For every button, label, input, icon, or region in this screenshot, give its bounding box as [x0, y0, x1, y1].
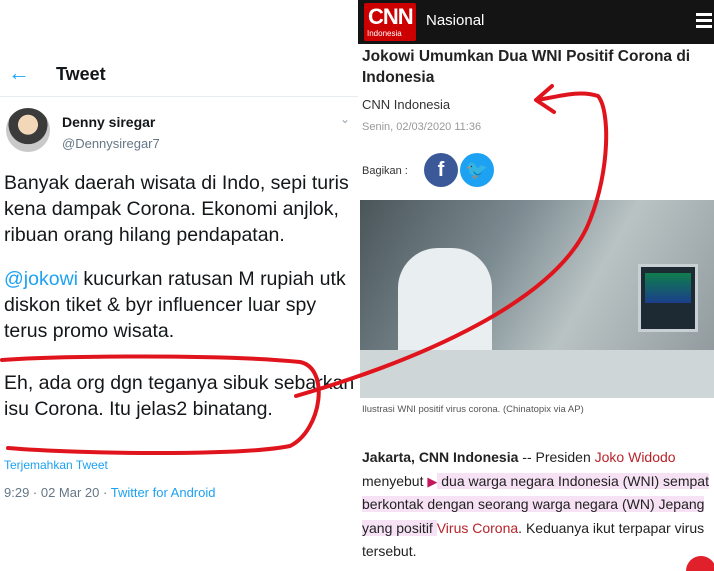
tweet-paragraph-2: @jokowi kucurkan ratusan M rupiah utk di…	[4, 266, 356, 344]
tweet-timestamp: 9:29 · 02 Mar 20 ·	[4, 485, 111, 500]
article-headline: Jokowi Umumkan Dua WNI Positif Corona di…	[362, 48, 691, 86]
share-label: Bagikan :	[362, 165, 408, 177]
photo-caption: Ilustrasi WNI positif virus corona. (Chi…	[362, 404, 584, 415]
author-handle[interactable]: @Dennysiregar7	[62, 136, 160, 151]
translate-tweet-link[interactable]: Terjemahkan Tweet	[4, 458, 108, 472]
arrow-left-icon[interactable]: ←	[8, 62, 30, 84]
body-text: menyebut	[362, 472, 428, 489]
twitter-share-icon[interactable]: 🐦	[460, 153, 494, 187]
article-date: Senin, 02/03/2020 11:36	[362, 121, 482, 133]
article-source: CNN Indonesia	[362, 97, 451, 112]
dateline: Jakarta, CNN Indonesia	[362, 449, 519, 465]
tweet-panel: ← Tweet Denny siregar @Dennysiregar7 ⌄ B…	[0, 0, 358, 571]
person-link[interactable]: Joko Widodo	[595, 449, 676, 465]
logo-text: CNN	[368, 4, 414, 29]
cnn-logo[interactable]: CNN Indonesia	[364, 3, 416, 41]
top-navigation-bar: CNN Indonesia Nasional	[358, 0, 714, 44]
tweet-header-title: Tweet	[56, 64, 106, 84]
tweet-paragraph-3: Eh, ada org dgn teganya sibuk sebarkan i…	[4, 372, 355, 420]
article-body: Jakarta, CNN Indonesia -- Presiden Joko …	[362, 446, 712, 564]
medical-monitor	[638, 264, 698, 332]
hospital-bed	[360, 350, 714, 398]
avatar[interactable]	[6, 108, 50, 152]
chevron-down-icon[interactable]: ⌄	[340, 112, 354, 126]
tweet-paragraph-1: Banyak daerah wisata di Indo, sepi turis…	[4, 172, 349, 246]
text-cursor-icon: ▶	[427, 473, 438, 489]
topic-link[interactable]: Virus Corona	[437, 520, 518, 536]
article-photo	[360, 200, 714, 398]
body-text: -- Presiden	[518, 449, 595, 465]
mention-link[interactable]: @jokowi	[4, 268, 78, 290]
tweet-client-link[interactable]: Twitter for Android	[111, 485, 216, 500]
logo-subtext: Indonesia	[367, 29, 402, 38]
tweet-header: ← Tweet	[0, 52, 358, 97]
author-name[interactable]: Denny siregar	[62, 114, 155, 130]
news-article-panel: CNN Indonesia Nasional Jokowi Umumkan Du…	[358, 0, 714, 571]
hamburger-menu-icon[interactable]	[696, 13, 712, 29]
section-title[interactable]: Nasional	[426, 12, 484, 29]
facebook-share-icon[interactable]: f	[424, 153, 458, 187]
tweet-meta: 9:29 · 02 Mar 20 · Twitter for Android	[4, 485, 216, 500]
